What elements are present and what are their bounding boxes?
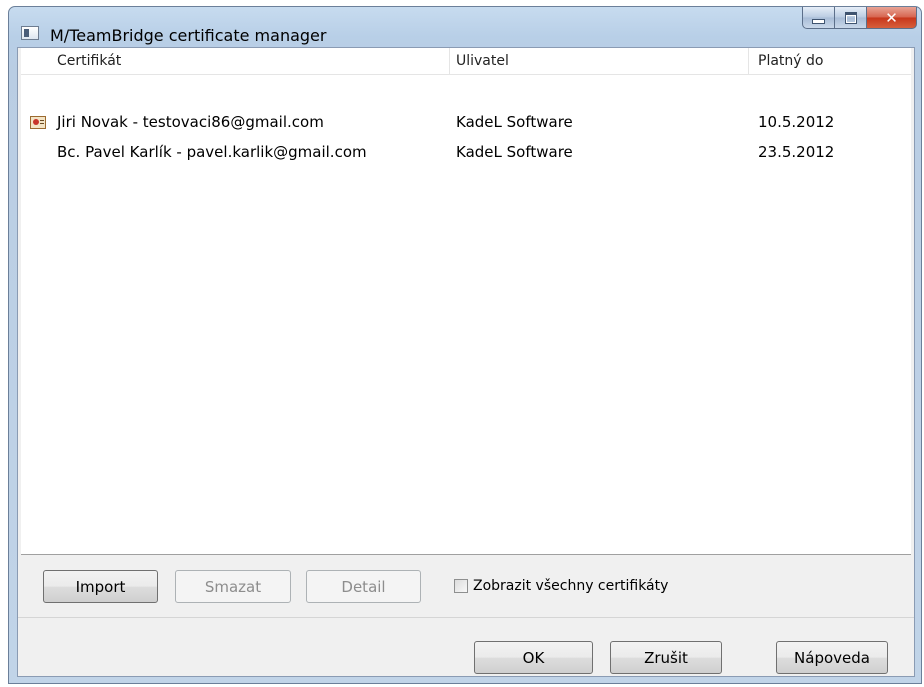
show-all-checkbox[interactable] <box>454 579 468 593</box>
certificate-name: Bc. Pavel Karlík - pavel.karlik@gmail.co… <box>57 143 367 161</box>
caption-buttons: ✕ <box>802 7 917 29</box>
certificate-user: KadeL Software <box>456 113 573 131</box>
minimize-icon <box>812 19 825 24</box>
column-separator[interactable] <box>748 48 749 74</box>
column-header-certificate[interactable]: Certifikát <box>57 48 441 74</box>
ok-button[interactable]: OK <box>474 641 593 674</box>
dialog-client-area: Certifikát Ulivatel Platný do Jiri Novak… <box>17 47 915 677</box>
certificate-valid-until: 10.5.2012 <box>758 113 835 131</box>
action-toolbar: Import Smazat Detail Zobrazit všechny ce… <box>18 555 914 618</box>
help-button[interactable]: Nápoveda <box>776 641 888 674</box>
certificate-list[interactable]: Certifikát Ulivatel Platný do Jiri Novak… <box>21 48 911 555</box>
list-header: Certifikát Ulivatel Platný do <box>21 48 911 75</box>
dialog-footer: OK Zrušit Nápoveda <box>18 617 914 676</box>
table-row[interactable]: Bc. Pavel Karlík - pavel.karlik@gmail.co… <box>21 139 911 166</box>
column-separator[interactable] <box>449 48 450 74</box>
window-title: M/TeamBridge certificate manager <box>50 26 327 45</box>
column-header-user[interactable]: Ulivatel <box>456 48 746 74</box>
close-button[interactable]: ✕ <box>867 7 917 29</box>
show-all-label: Zobrazit všechny certifikáty <box>473 578 669 594</box>
close-icon: ✕ <box>885 8 898 27</box>
minimize-button[interactable] <box>802 7 835 29</box>
import-button[interactable]: Import <box>43 570 158 603</box>
maximize-button[interactable] <box>835 7 867 29</box>
delete-button[interactable]: Smazat <box>175 570 291 603</box>
table-row[interactable]: Jiri Novak - testovaci86@gmail.com KadeL… <box>21 109 911 136</box>
column-header-valid-until[interactable]: Platný do <box>758 48 898 74</box>
certificate-icon <box>30 116 46 129</box>
certificate-name: Jiri Novak - testovaci86@gmail.com <box>57 113 324 131</box>
dialog-window: M/TeamBridge certificate manager ✕ Certi… <box>8 6 922 684</box>
app-icon[interactable] <box>21 26 39 40</box>
certificate-user: KadeL Software <box>456 143 573 161</box>
show-all-certificates-option[interactable]: Zobrazit všechny certifikáty <box>454 577 668 595</box>
cancel-button[interactable]: Zrušit <box>610 641 722 674</box>
detail-button[interactable]: Detail <box>306 570 421 603</box>
certificate-valid-until: 23.5.2012 <box>758 143 835 161</box>
title-bar[interactable]: M/TeamBridge certificate manager ✕ <box>9 7 921 47</box>
maximize-icon <box>844 11 857 24</box>
